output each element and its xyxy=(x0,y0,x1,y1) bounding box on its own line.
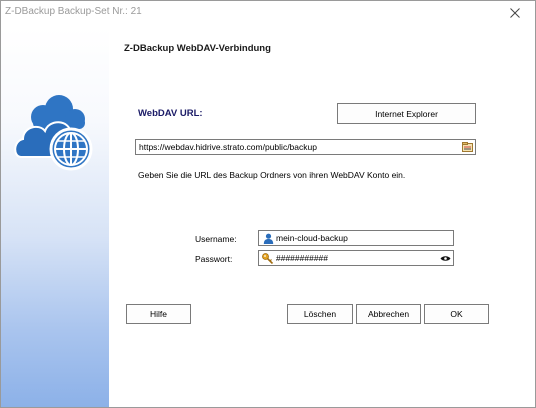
webdav-url-label: WebDAV URL: xyxy=(138,108,203,119)
url-hint-text: Geben Sie die URL des Backup Ordners von… xyxy=(138,170,406,180)
username-value: mein-cloud-backup xyxy=(276,233,348,243)
eye-icon[interactable] xyxy=(437,251,453,265)
password-value: ########### xyxy=(276,253,329,263)
webdav-url-value: https://webdav.hidrive.strato.com/public… xyxy=(139,142,317,152)
close-button[interactable] xyxy=(497,1,533,25)
window-title: Z-DBackup Backup-Set Nr.: 21 xyxy=(5,6,142,17)
username-label: Username: xyxy=(195,234,237,244)
webdav-url-field[interactable]: https://webdav.hidrive.strato.com/public… xyxy=(135,139,476,155)
browse-icon[interactable] xyxy=(459,140,475,154)
internet-explorer-button[interactable]: Internet Explorer xyxy=(337,103,476,124)
delete-button[interactable]: Löschen xyxy=(287,304,353,324)
user-icon xyxy=(260,231,276,245)
username-field[interactable]: mein-cloud-backup xyxy=(258,230,454,246)
dialog-heading: Z-DBackup WebDAV-Verbindung xyxy=(124,43,271,54)
key-icon xyxy=(260,251,276,265)
side-banner xyxy=(1,27,109,407)
cloud-globe-icon xyxy=(14,95,93,171)
cancel-button[interactable]: Abbrechen xyxy=(356,304,421,324)
password-label: Passwort: xyxy=(195,254,233,264)
dialog-window: Z-DBackup Backup-Set Nr.: 21 Z-DBackup W… xyxy=(0,0,536,408)
close-icon xyxy=(510,8,520,18)
title-bar: Z-DBackup Backup-Set Nr.: 21 xyxy=(1,1,535,27)
help-button[interactable]: Hilfe xyxy=(126,304,191,324)
password-field[interactable]: ########### xyxy=(258,250,454,266)
ok-button[interactable]: OK xyxy=(424,304,489,324)
